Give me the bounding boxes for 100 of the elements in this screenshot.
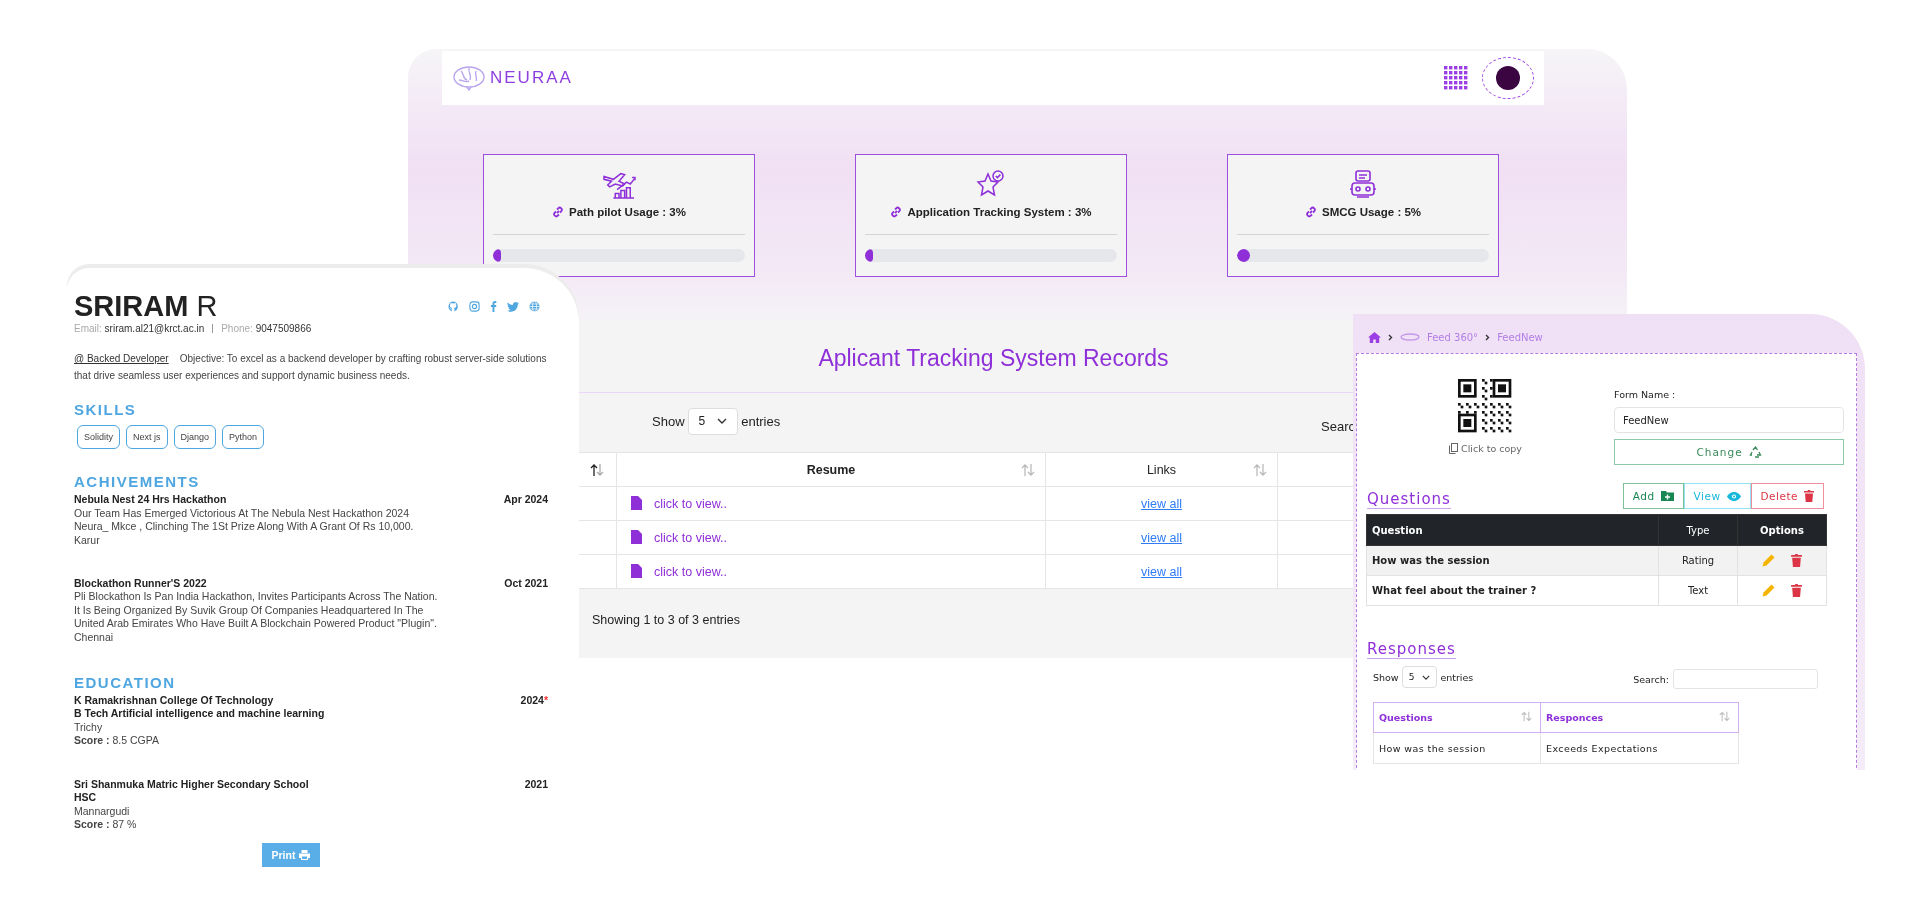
table-cell: Text <box>1658 575 1738 606</box>
table-cell: How was the session <box>1373 732 1541 764</box>
section-heading: SKILLS <box>74 401 138 420</box>
brain-logo-icon <box>452 65 486 91</box>
table-header: Question <box>1366 514 1659 546</box>
usage-label: SMCG Usage : 5% <box>1321 206 1422 218</box>
usage-label: Application Tracking System : 3% <box>907 206 1092 218</box>
entry-score: Score : 8.5 CGPA <box>74 734 161 748</box>
entries-label: entries <box>1440 671 1474 683</box>
entry-date: 2021 <box>524 777 548 792</box>
view-all-link[interactable]: view all <box>1141 496 1182 511</box>
search-field[interactable] <box>1673 669 1818 689</box>
entry-degree: B Tech Artificial intelligence and machine learning <box>74 707 326 721</box>
entry-score: Score : 87 % <box>74 817 138 832</box>
show-label: Show <box>1373 671 1399 683</box>
search-label: Searc <box>1321 418 1355 434</box>
link-icon <box>1304 206 1317 218</box>
search-label: Search: <box>1633 673 1669 685</box>
trash-icon <box>1804 490 1814 502</box>
github-icon[interactable] <box>448 301 459 312</box>
form-name-field[interactable]: FeedNew <box>1614 407 1844 433</box>
table-header[interactable]: Resume <box>616 452 1046 487</box>
entry-description: Pli Blockathon Is Pan India Hackathon, Invites Participants Across The Nation. It Is Being Organized By Suvik Group Of Companies Headquartered In The United Arab Emirates Who Have Built A Blockchain Powered Product "Plugin". <box>74 590 439 631</box>
entry-title: Sri Shanmuka Matric Higher Secondary School <box>74 777 309 792</box>
entry-place: Trichy <box>74 720 104 735</box>
apps-grid-icon[interactable] <box>1444 66 1468 90</box>
pencil-icon[interactable] <box>1762 554 1775 567</box>
pencil-icon[interactable] <box>1762 584 1775 597</box>
show-label: Show <box>652 413 685 429</box>
sort-icon <box>1021 463 1035 477</box>
entry-date: Oct 2021 <box>504 577 548 591</box>
copy-label[interactable]: Click to copy <box>1461 443 1522 454</box>
table-cell: How was the session <box>1366 545 1659 576</box>
skill-tag: Solidity <box>77 425 120 450</box>
entry-degree: HSC <box>74 791 98 805</box>
trash-icon[interactable] <box>1791 584 1802 597</box>
skill-tag: Python <box>222 425 265 450</box>
recycle-icon <box>1748 446 1762 458</box>
entries-label: entries <box>741 413 781 429</box>
link-icon <box>890 206 903 218</box>
globe-icon[interactable] <box>529 301 540 312</box>
entry-place: Chennai <box>74 630 115 645</box>
resume-link[interactable]: click to view.. <box>654 497 727 511</box>
table-cell: Exceeds Expectations <box>1540 732 1739 764</box>
facebook-icon[interactable] <box>490 301 497 312</box>
section-heading: ACHIVEMENTS <box>74 473 201 492</box>
link-icon <box>552 206 565 218</box>
qr-code-icon[interactable] <box>1457 379 1514 435</box>
skill-tag: Next js <box>126 425 168 450</box>
file-icon <box>631 530 642 544</box>
sort-icon <box>1521 711 1532 722</box>
eye-icon <box>1726 491 1741 501</box>
home-icon[interactable] <box>1368 331 1381 343</box>
chevron-down-icon <box>1422 674 1431 680</box>
form-name-label: Form Name : <box>1614 389 1677 400</box>
entry-date: 2024* <box>520 694 548 708</box>
view-all-link[interactable]: view all <box>1141 530 1182 545</box>
chevron-right-icon <box>1388 333 1393 341</box>
entries-info: Showing 1 to 3 of 3 entries <box>592 613 740 627</box>
responses-heading: Responses <box>1367 640 1456 659</box>
entry-place: Karur <box>74 533 101 548</box>
resume-link[interactable]: click to view.. <box>654 531 727 545</box>
entry-title: K Ramakrishnan College Of Technology <box>74 694 274 708</box>
copy-icon <box>1449 443 1459 454</box>
sort-icon <box>1719 711 1730 722</box>
star-check-icon <box>976 169 1006 199</box>
table-cell: What feel about the trainer ? <box>1366 575 1659 606</box>
instagram-icon[interactable] <box>469 301 480 312</box>
person-name: SRIRAM R <box>74 290 218 322</box>
chevron-down-icon <box>717 418 728 424</box>
page-size-select[interactable]: 5 <box>1401 666 1438 688</box>
entry-date: Apr 2024 <box>503 493 548 507</box>
chevron-right-icon <box>1485 333 1491 341</box>
email-text: Email: sriram.al21@krct.ac.in <box>74 322 205 336</box>
table-header[interactable]: Responces <box>1540 702 1739 733</box>
robot-icon <box>1349 169 1377 199</box>
section-heading: EDUCATION <box>74 674 177 693</box>
table-header[interactable]: Questions <box>1373 702 1541 733</box>
view-all-link[interactable]: view all <box>1141 564 1182 579</box>
usage-label: Path pilot Usage : 3% <box>569 206 686 218</box>
delete-button[interactable]: Delete <box>1750 483 1824 509</box>
brand-name: NEURAA <box>490 68 573 88</box>
entry-place: Mannargudi <box>74 804 131 818</box>
feed-logo-icon <box>1400 333 1420 341</box>
sort-icon <box>1253 463 1267 477</box>
role-link[interactable]: @ Backed Developer <box>74 353 169 365</box>
printer-icon <box>299 850 311 860</box>
table-cell: Rating <box>1658 545 1738 576</box>
table-header: Type <box>1658 514 1738 546</box>
page-size-select[interactable]: 5 <box>687 407 739 435</box>
add-button[interactable]: Add <box>1622 483 1684 509</box>
phone-text: Phone: 9047509866 <box>221 322 312 336</box>
entry-title: Blockathon Runner'S 2022 <box>74 577 207 591</box>
twitter-icon[interactable] <box>507 301 519 312</box>
resume-link[interactable]: click to view.. <box>654 565 727 579</box>
table-header[interactable]: Links <box>1045 452 1278 487</box>
skill-tag: Django <box>173 425 217 450</box>
file-icon <box>631 496 642 510</box>
trash-icon[interactable] <box>1791 554 1802 567</box>
change-button[interactable]: Change <box>1614 439 1844 465</box>
